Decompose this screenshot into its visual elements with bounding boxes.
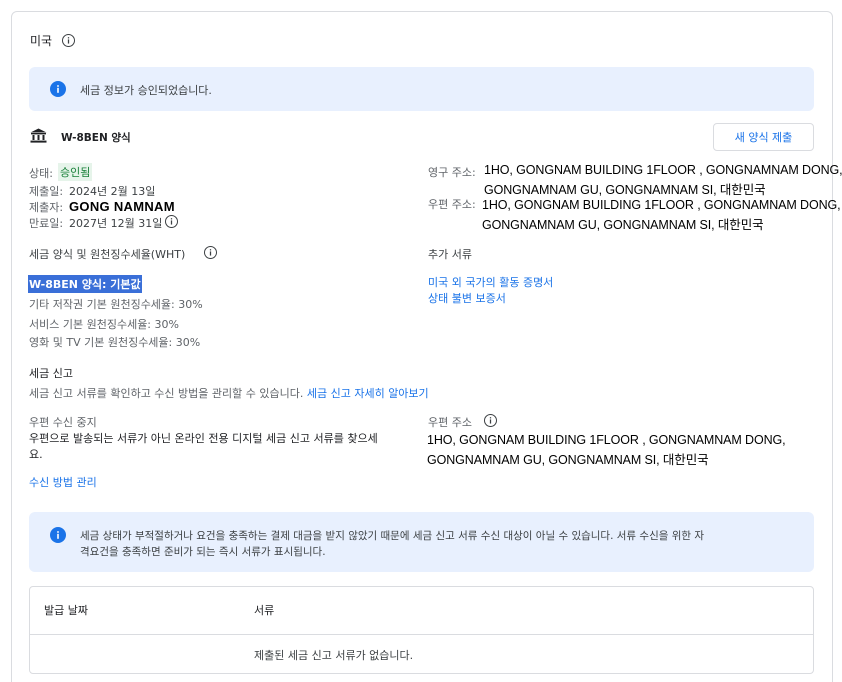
table-divider xyxy=(30,634,813,635)
withholding-heading: 세금 양식 및 원천징수세율(WHT) xyxy=(29,248,186,261)
info-icon[interactable] xyxy=(204,246,217,259)
info-icon xyxy=(50,81,66,97)
mail-address-line1: 1HO, GONGNAM BUILDING 1FLOOR , GONGNAMNA… xyxy=(427,433,786,447)
submitted-value: 2024년 2월 13일 xyxy=(69,185,156,198)
new-form-button[interactable]: 새 양식 제출 xyxy=(713,123,814,151)
mail-address-heading: 우편 주소 xyxy=(428,416,472,429)
mail-stop-heading: 우편 수신 중지 xyxy=(29,416,97,429)
eligibility-banner: 세금 상태가 부적절하거나 요건을 충족하는 결제 대금을 받지 않았기 때문에… xyxy=(29,512,814,572)
mailing-address-line1: 1HO, GONGNAM BUILDING 1FLOOR , GONGNAMNA… xyxy=(482,198,841,212)
mail-stop-description-line2: 요. xyxy=(29,448,43,461)
permanent-address-line1: 1HO, GONGNAM BUILDING 1FLOOR , GONGNAMNA… xyxy=(484,163,842,177)
approved-message: 세금 정보가 승인되었습니다. xyxy=(80,84,212,97)
rate-copyright: 기타 저작권 기본 원천징수세율: 30% xyxy=(29,298,203,311)
submitter-label: 제출자: xyxy=(29,201,64,214)
form-default-label: W-8BEN 양식: 기본값 xyxy=(28,275,142,293)
manage-delivery-link[interactable]: 수신 방법 관리 xyxy=(29,474,97,490)
expiry-label: 만료일: xyxy=(29,217,64,230)
expiry-value: 2027년 12월 31일 xyxy=(69,217,163,230)
permanent-address-line2: GONGNAMNAM GU, GONGNAMNAM SI, 대한민국 xyxy=(484,183,766,197)
tax-filing-description-row: 세금 신고 서류를 확인하고 수신 방법을 관리할 수 있습니다. 세금 신고 … xyxy=(29,385,429,401)
rate-service: 서비스 기본 원천징수세율: 30% xyxy=(29,318,179,331)
rate-film-tv: 영화 및 TV 기본 원천징수세율: 30% xyxy=(29,336,201,349)
country-title: 미국 xyxy=(30,34,53,48)
status-label: 상태: xyxy=(29,167,53,180)
permanent-address-label: 영구 주소: xyxy=(428,166,476,179)
tax-filing-heading: 세금 신고 xyxy=(29,367,73,380)
eligibility-line1: 세금 상태가 부적절하거나 요건을 충족하는 결제 대금을 받지 않았기 때문에… xyxy=(80,530,705,542)
tax-filing-learn-more-link[interactable]: 세금 신고 자세히 알아보기 xyxy=(307,387,429,400)
empty-message: 제출된 세금 신고 서류가 없습니다. xyxy=(254,649,414,662)
submitted-label: 제출일: xyxy=(29,185,64,198)
mail-stop-description-line1: 우편으로 발송되는 서류가 아닌 온라인 전용 디지털 세금 신고 서류를 찾으… xyxy=(29,432,378,445)
approved-banner: 세금 정보가 승인되었습니다. xyxy=(29,67,814,111)
status-badge: 승인됨 xyxy=(58,163,93,181)
column-header-date: 발급 날짜 xyxy=(44,604,88,617)
mail-address-line2: GONGNAMNAM GU, GONGNAMNAM SI, 대한민국 xyxy=(427,453,709,467)
status-guarantee-link[interactable]: 상태 불변 보증서 xyxy=(428,290,506,306)
info-icon xyxy=(50,527,66,543)
activity-certificate-link[interactable]: 미국 외 국가의 활동 증명서 xyxy=(428,274,553,290)
column-header-document: 서류 xyxy=(254,604,275,617)
submitter-value: GONG NAMNAM xyxy=(69,199,175,214)
documents-table: 발급 날짜 서류 제출된 세금 신고 서류가 없습니다. xyxy=(29,586,814,674)
bank-icon xyxy=(30,128,47,146)
info-icon[interactable] xyxy=(62,34,75,47)
mailing-address-line2: GONGNAMNAM GU, GONGNAMNAM SI, 대한민국 xyxy=(482,218,764,232)
info-icon[interactable] xyxy=(484,414,497,427)
tax-filing-description: 세금 신고 서류를 확인하고 수신 방법을 관리할 수 있습니다. xyxy=(29,387,304,400)
info-icon[interactable] xyxy=(165,215,178,228)
mailing-address-label: 우편 주소: xyxy=(428,198,476,211)
form-title: W-8BEN 양식 xyxy=(61,132,131,144)
eligibility-line2: 격요건을 충족하면 준비가 되는 즉시 서류가 표시됩니다. xyxy=(80,546,326,558)
additional-docs-heading: 추가 서류 xyxy=(428,248,472,261)
